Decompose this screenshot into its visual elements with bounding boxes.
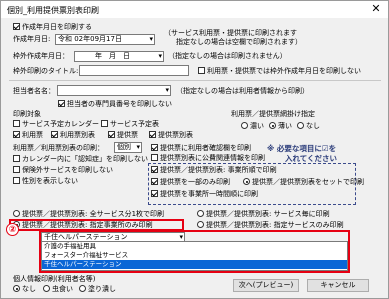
personal-info-label: 個人情報印刷(利用者名等) xyxy=(13,275,96,283)
checkbox-box[interactable] xyxy=(13,120,20,127)
radio-circle[interactable] xyxy=(79,285,86,292)
print-target-label: 印刷対象 xyxy=(13,110,41,118)
personal-mask-radio[interactable]: 虫食い xyxy=(43,285,73,294)
radio-circle[interactable] xyxy=(197,221,204,228)
frame-title-input[interactable] xyxy=(79,65,189,76)
scope-service-radio[interactable]: 提供票／提供票別表: サービス毎に印刷 xyxy=(197,210,330,219)
checkbox-box[interactable] xyxy=(13,131,20,138)
title-bar: 個別_利用提供票別表印刷 ✕ xyxy=(1,1,388,18)
shade-label: 利用票／提供票網掛け指定 xyxy=(231,110,315,118)
radio-circle[interactable] xyxy=(297,122,304,129)
checkbox-box[interactable] xyxy=(198,67,205,74)
checkbox-box[interactable] xyxy=(151,154,158,161)
radio-circle[interactable] xyxy=(269,122,276,129)
cancel-button[interactable]: キャンセル xyxy=(307,279,369,292)
specialist-checkbox[interactable]: 担当者の専門員番号を印刷しない xyxy=(58,100,172,109)
close-icon[interactable]: ✕ xyxy=(367,2,385,16)
office-time-checkbox[interactable]: 提供票を事業所一時間順に印刷 xyxy=(151,190,258,199)
billing-label: 利用票／利用票別表の印刷： xyxy=(13,144,104,152)
date-input[interactable]: 令和 02年09月17日 ▾ xyxy=(55,34,155,45)
divider xyxy=(9,80,381,81)
chevron-down-icon[interactable]: ▾ xyxy=(165,86,169,95)
billing-select[interactable]: 個別 ▾ xyxy=(114,142,142,153)
checkbox-box[interactable] xyxy=(13,166,20,173)
frame-title-checkbox[interactable]: 利用票・提供票では枠外作成年月日を印刷しない xyxy=(198,67,361,76)
step-number-badge: ② xyxy=(6,223,19,236)
checkbox-box[interactable] xyxy=(151,190,158,197)
checkbox-box[interactable] xyxy=(58,100,65,107)
checkbox-box[interactable] xyxy=(13,177,20,184)
personal-none-radio[interactable]: なし xyxy=(13,285,36,294)
radio-circle[interactable] xyxy=(241,122,248,129)
date-label: 作成年月日: xyxy=(13,35,51,43)
date-note-1: （サービス利用票・提供票に印刷されます xyxy=(164,29,297,37)
shade-dark[interactable]: 濃い xyxy=(241,122,264,131)
confirm-column-checkbox[interactable]: 提供票に利用者確認欄を印刷 xyxy=(151,144,251,153)
radio-circle[interactable] xyxy=(243,178,250,185)
frame-date-input[interactable]: 年 月 日 ▾ xyxy=(74,51,164,62)
annotation-line-2: 入れてください xyxy=(285,154,338,163)
target-teikyohyo[interactable]: 提供票 xyxy=(108,131,138,140)
checkbox-box[interactable] xyxy=(151,178,158,185)
dropdown-option[interactable]: 介護の手福祉用具 xyxy=(42,242,347,251)
calendar-dropdown-icon[interactable]: ▾ xyxy=(149,35,153,44)
frame-title-label: 枠外印刷のタイトル: xyxy=(13,67,79,75)
radio-circle[interactable] xyxy=(197,210,204,217)
shade-none[interactable]: なし xyxy=(297,122,320,131)
preview-button[interactable]: 次へ(プレビュー) xyxy=(233,279,299,292)
set-print-checkbox[interactable]: 提供票／提供票別表をセットで印刷 xyxy=(243,178,364,187)
target-riyohyo-beppyo[interactable]: 利用票別表 xyxy=(51,131,95,140)
office-order-checkbox[interactable]: 提供票／提供票別表: 事業所順で印刷 xyxy=(151,166,277,175)
date-note-2: 指定なしの場合は空欄で印刷されます） xyxy=(176,38,302,46)
checkbox-box[interactable] xyxy=(149,131,156,138)
no-dementia-checkbox[interactable]: カレンダー内に「認知症」を印刷しない xyxy=(13,155,148,164)
checkbox-box[interactable] xyxy=(13,155,20,162)
scope-office-radio[interactable]: 提供票／提供票別表: 指定事業所のみ印刷 xyxy=(13,221,153,230)
print-dialog: 個別_利用提供票別表印刷 ✕ 作成年月日を印刷する 作成年月日: 令和 02年0… xyxy=(0,0,389,299)
scope-service-type-radio[interactable]: 提供票／提供票別表: 指定サービスのみ印刷 xyxy=(197,221,344,230)
frame-date-label: 枠外作成年月日： xyxy=(13,52,69,60)
checkbox-box[interactable] xyxy=(101,120,108,127)
partial-print-checkbox[interactable]: 提供票を一部のみ印刷 xyxy=(151,178,230,187)
dropdown-option[interactable]: フォースター介福祉サービス xyxy=(42,251,347,260)
target-schedule[interactable]: サービス予定表 xyxy=(101,120,159,129)
radio-circle[interactable] xyxy=(43,285,50,292)
office-dropdown-list[interactable]: 介護の手福祉用具 フォースター介福祉サービス 千住ヘルパーステーション xyxy=(41,241,348,271)
checkbox-box[interactable] xyxy=(151,166,158,173)
personal-fill-radio[interactable]: 塗り潰し xyxy=(79,285,116,294)
scope-all-radio[interactable]: 提供票／提供票別表: 全サービス分1枚で印刷 xyxy=(13,210,164,219)
radio-circle[interactable] xyxy=(13,285,20,292)
radio-circle[interactable] xyxy=(13,210,20,217)
print-date-checkbox[interactable]: 作成年月日を印刷する xyxy=(13,23,92,32)
checkbox-box[interactable] xyxy=(108,131,115,138)
calendar-dropdown-icon[interactable]: ▾ xyxy=(158,52,162,61)
staff-select[interactable]: ▾ xyxy=(57,85,171,96)
no-gender-checkbox[interactable]: 性別を表示しない xyxy=(13,177,78,186)
target-riyohyo[interactable]: 利用票 xyxy=(13,131,43,140)
frame-date-note: （指定なしの場合は印刷されません） xyxy=(168,52,287,60)
checkbox-box[interactable] xyxy=(51,131,58,138)
annotation-line-1: ※ 必要な項目に☑を xyxy=(267,144,337,153)
shade-light[interactable]: 薄い xyxy=(269,122,292,131)
target-calendar[interactable]: サービス予定カレンダー xyxy=(13,120,99,129)
target-teikyohyo-beppyo[interactable]: 提供票別表 xyxy=(149,131,193,140)
checkbox-box[interactable] xyxy=(151,144,158,151)
public-info-checkbox[interactable]: 提供票別表に公費関連情報を印刷 xyxy=(151,154,265,163)
window-title: 個別_利用提供票別表印刷 xyxy=(7,6,99,15)
dropdown-option-selected[interactable]: 千住ヘルパーステーション xyxy=(42,260,347,269)
checkbox-box[interactable] xyxy=(13,23,20,30)
chevron-down-icon[interactable]: ▾ xyxy=(136,143,140,152)
staff-label: 担当者名名： xyxy=(13,87,55,95)
staff-note: （指定なしの場合は利用者情報から印刷） xyxy=(176,87,309,95)
no-extra-service-checkbox[interactable]: 保険外サービスを印刷しない xyxy=(13,166,113,175)
